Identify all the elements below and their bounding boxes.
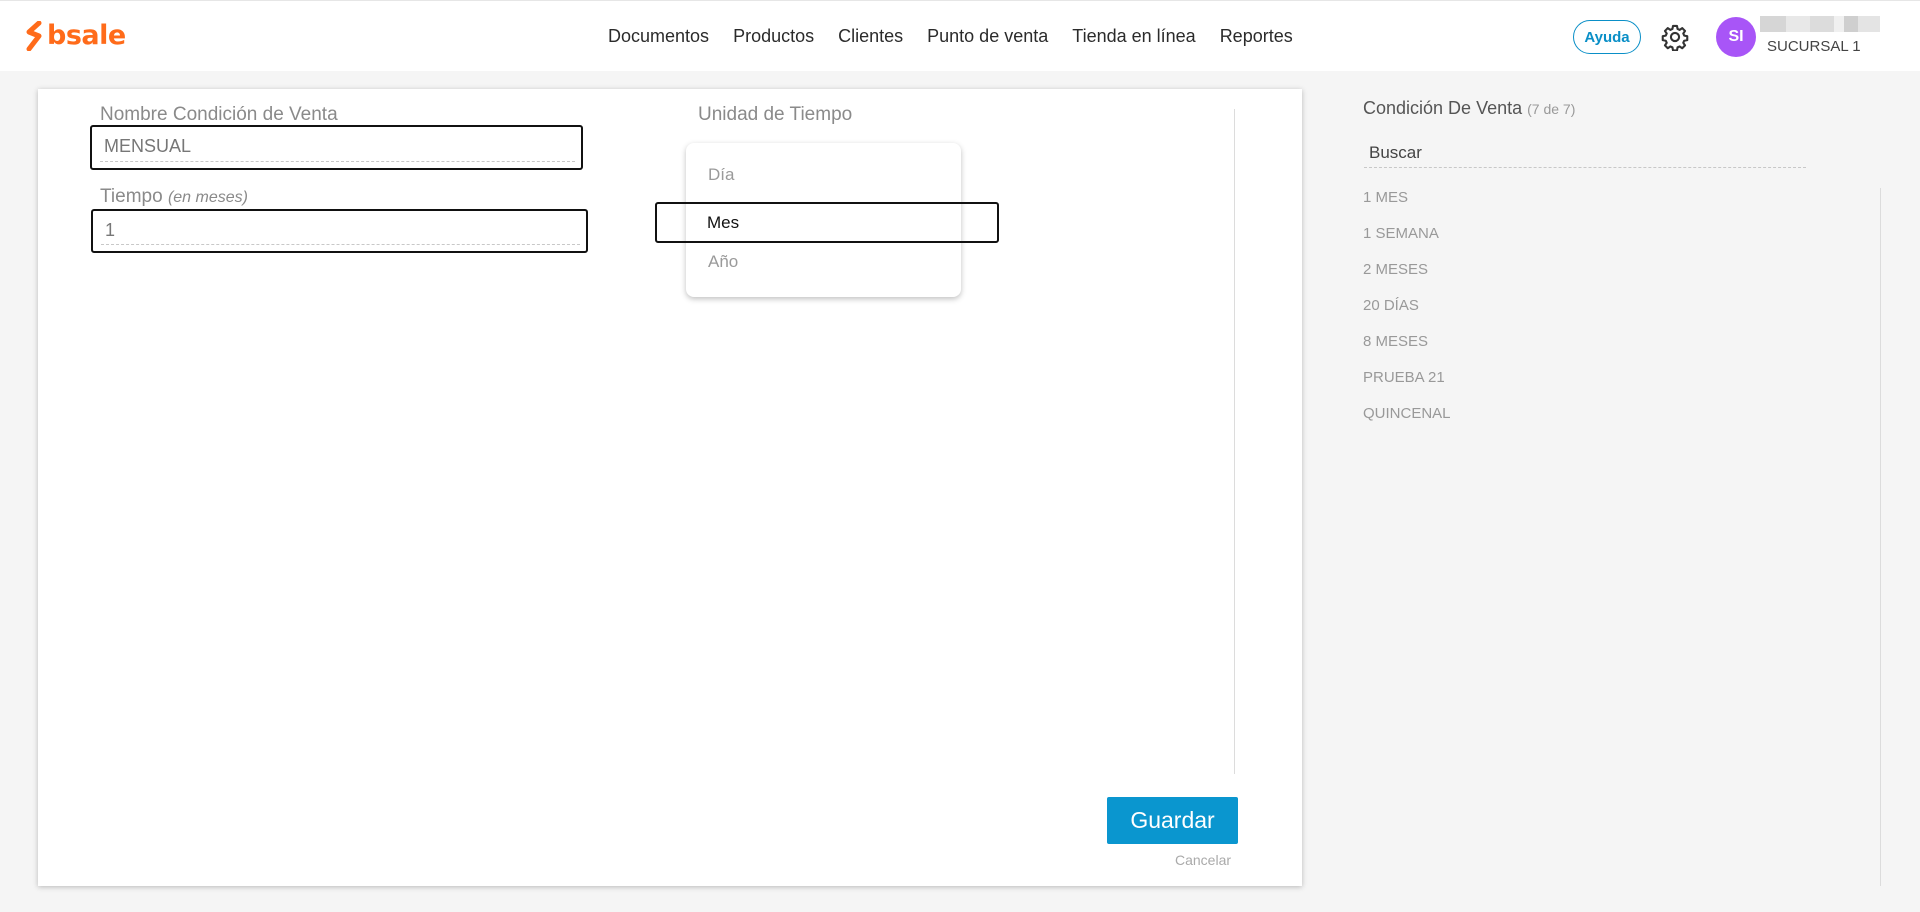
top-navbar: bsale Documentos Productos Clientes Punt… — [0, 0, 1920, 71]
bsale-logo-icon — [26, 21, 42, 51]
help-button[interactable]: Ayuda — [1573, 20, 1641, 54]
main-nav: Documentos Productos Clientes Punto de v… — [596, 24, 1305, 48]
name-field-label: Nombre Condición de Venta — [100, 104, 338, 125]
search-field[interactable] — [1364, 140, 1806, 168]
form-card: Nombre Condición de Venta MENSUAL Tiempo… — [38, 89, 1302, 886]
list-item[interactable]: 1 MES — [1363, 187, 1451, 223]
gear-icon[interactable] — [1661, 23, 1689, 51]
nav-item-clientes[interactable]: Clientes — [826, 24, 915, 48]
divider — [1234, 109, 1235, 774]
user-name-redacted — [1760, 16, 1880, 32]
list-item[interactable]: 8 MESES — [1363, 331, 1451, 367]
nav-item-tienda-en-linea[interactable]: Tienda en línea — [1060, 24, 1207, 48]
cancel-link[interactable]: Cancelar — [1175, 852, 1231, 868]
list-item[interactable]: 20 DÍAS — [1363, 295, 1451, 331]
name-field[interactable]: MENSUAL — [90, 125, 583, 170]
conditions-list: 1 MES 1 SEMANA 2 MESES 20 DÍAS 8 MESES P… — [1363, 187, 1451, 439]
brand-logo[interactable]: bsale — [25, 21, 126, 51]
list-item[interactable]: QUINCENAL — [1363, 403, 1451, 439]
nav-item-reportes[interactable]: Reportes — [1208, 24, 1305, 48]
search-input[interactable] — [1364, 140, 1806, 166]
unit-option-dia[interactable]: Día — [708, 165, 734, 185]
branch-label[interactable]: SUCURSAL 1 — [1767, 38, 1861, 55]
list-item[interactable]: PRUEBA 21 — [1363, 367, 1451, 403]
nav-item-productos[interactable]: Productos — [721, 24, 826, 48]
nav-item-punto-de-venta[interactable]: Punto de venta — [915, 24, 1060, 48]
time-label-text: Tiempo — [100, 186, 163, 207]
field-underline — [101, 244, 580, 245]
panel-title: Condición De Venta (7 de 7) — [1363, 98, 1575, 119]
time-field[interactable]: 1 — [91, 209, 588, 253]
unit-option-ano[interactable]: Año — [708, 252, 738, 272]
unit-field-label: Unidad de Tiempo — [698, 104, 853, 125]
time-field-value: 1 — [105, 220, 116, 240]
avatar[interactable]: SI — [1716, 17, 1756, 57]
brand-name: bsale — [47, 20, 126, 51]
field-underline — [100, 161, 575, 162]
list-item[interactable]: 1 SEMANA — [1363, 223, 1451, 259]
unit-option-mes-label: Mes — [707, 213, 740, 232]
time-label-hint: (en meses) — [167, 189, 248, 206]
unit-option-mes[interactable]: Mes — [655, 202, 999, 243]
panel-title-text: Condición De Venta — [1363, 98, 1523, 118]
list-item[interactable]: 2 MESES — [1363, 259, 1451, 295]
name-field-value: MENSUAL — [104, 136, 192, 156]
nav-item-documentos[interactable]: Documentos — [596, 24, 721, 48]
panel-scroll-divider — [1880, 188, 1881, 886]
panel-count: (7 de 7) — [1527, 101, 1576, 117]
save-button[interactable]: Guardar — [1107, 797, 1238, 844]
time-field-label: Tiempo (en meses) — [100, 186, 248, 208]
